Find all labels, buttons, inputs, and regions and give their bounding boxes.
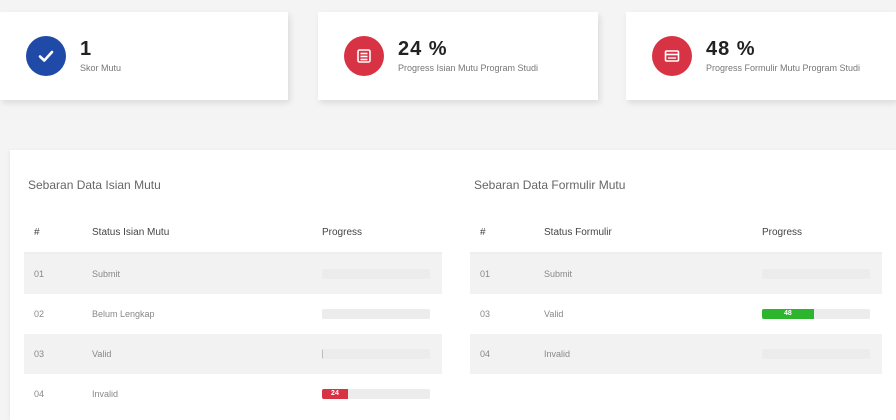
stat-card-skor: 1 Skor Mutu [0, 12, 288, 100]
progress-bar [322, 349, 430, 359]
column-header-status: Status Isian Mutu [82, 212, 312, 254]
table-row: 01 Submit [470, 253, 882, 294]
stat-value: 48 % [706, 38, 756, 60]
row-status: Valid [82, 334, 312, 374]
row-progress [312, 253, 442, 294]
table-row: 04 Invalid [470, 334, 882, 374]
section-title: Sebaran Data Isian Mutu [28, 178, 161, 192]
table-row: 02 Belum Lengkap [24, 294, 442, 334]
row-status: Submit [534, 253, 752, 294]
column-header-no: # [470, 212, 534, 254]
row-status: Invalid [534, 334, 752, 374]
stat-label: Skor Mutu [80, 63, 122, 73]
row-progress [752, 334, 882, 374]
row-progress: 24 [312, 374, 442, 414]
list-icon [344, 36, 384, 76]
row-status: Valid [544, 309, 564, 319]
row-progress [312, 294, 442, 334]
isian-table: # Status Isian Mutu Progress 01 Submit 02 B… [24, 212, 442, 414]
table-row: 01 Submit [24, 253, 442, 294]
row-number: 04 [470, 334, 534, 374]
row-status: Belum Lengkap [92, 309, 155, 319]
stat-card-isian: 24 % Progress Isian Mutu Program Studi [318, 12, 598, 100]
formulir-table-body: 01 Submit 03 Valid 48 04 Invalid [470, 253, 882, 374]
table-row: 03 Valid [24, 334, 442, 374]
check-icon [26, 36, 66, 76]
table-row: 04 Invalid 24 [24, 374, 442, 414]
form-icon [652, 36, 692, 76]
row-number: 04 [34, 389, 45, 399]
formulir-table: # Status Formulir Progress 01 Submit 03 Val… [470, 212, 882, 374]
column-header-progress: Progress [312, 212, 442, 254]
row-number: 02 [34, 309, 45, 319]
distribution-panel: Sebaran Data Isian Mutu # Status Isian M… [10, 150, 896, 420]
row-progress [752, 253, 882, 294]
row-status: Invalid [92, 389, 119, 399]
column-header-status: Status Formulir [534, 212, 752, 254]
progress-bar [322, 309, 430, 319]
progress-bar [322, 269, 430, 279]
stat-label: Progress Formulir Mutu Program Studi [706, 63, 861, 73]
row-number: 03 [24, 334, 82, 374]
progress-bar [762, 349, 870, 359]
column-header-progress: Progress [752, 212, 882, 254]
table-row: 03 Valid 48 [470, 294, 882, 334]
row-progress: 48 [752, 294, 882, 334]
stat-card-formulir: 48 % Progress Formulir Mutu Program Stud… [626, 12, 896, 100]
row-number: 01 [470, 253, 534, 294]
progress-bar [762, 269, 870, 279]
progress-bar: 24 [322, 389, 430, 399]
progress-fill [322, 349, 324, 359]
row-progress [312, 334, 442, 374]
stat-value: 1 [80, 38, 93, 60]
progress-bar: 48 [762, 309, 870, 319]
progress-fill: 48 [762, 309, 814, 319]
column-header-no: # [24, 212, 82, 254]
row-number: 01 [24, 253, 82, 294]
row-status: Submit [82, 253, 312, 294]
section-title: Sebaran Data Formulir Mutu [474, 178, 626, 192]
stat-label: Progress Isian Mutu Program Studi [398, 63, 539, 73]
row-number: 03 [480, 309, 491, 319]
stat-value: 24 % [398, 38, 448, 60]
isian-table-body: 01 Submit 02 Belum Lengkap 03 Valid 04 Invalid 2… [24, 253, 442, 414]
progress-fill: 24 [322, 389, 348, 399]
